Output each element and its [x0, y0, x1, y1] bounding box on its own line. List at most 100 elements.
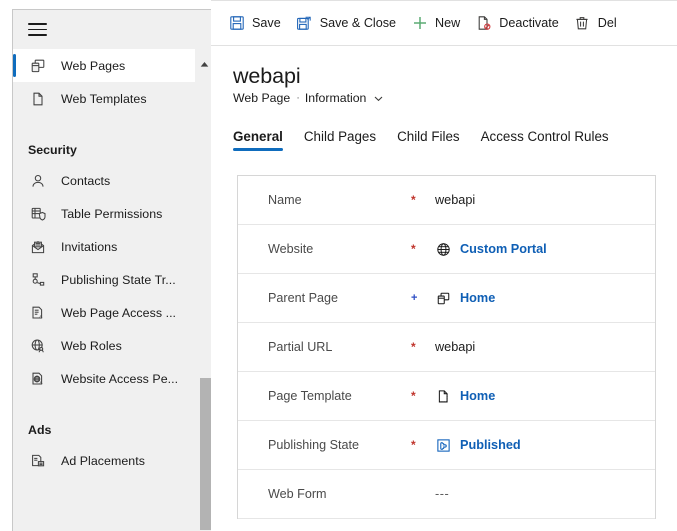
field-label: Page Template	[268, 389, 352, 403]
sidebar-item-ad-placements[interactable]: Ad Placements	[13, 444, 211, 477]
tab-general[interactable]: General	[233, 129, 283, 151]
sitemap-sidebar: Web Pages Web Templates Security Contact…	[12, 9, 211, 531]
sidebar-scrollbar[interactable]	[200, 49, 211, 531]
sidebar-item-web-page-access-control-rules[interactable]: A Web Page Access ...	[13, 296, 211, 329]
deactivate-icon	[475, 15, 492, 32]
tab-label: Child Files	[397, 129, 460, 144]
field-label: Partial URL	[268, 340, 333, 354]
name-field-value[interactable]: webapi	[435, 193, 475, 207]
field-value-text: Published	[460, 438, 521, 452]
new-button[interactable]: New	[405, 7, 469, 39]
hamburger-icon[interactable]	[28, 23, 47, 36]
web-pages-icon	[435, 290, 452, 307]
sidebar-group-label: Security	[28, 143, 77, 157]
optional-indicator: +	[411, 292, 418, 304]
form-row-page-template: Page Template * Home	[238, 372, 655, 421]
entity-name: Web Page	[233, 91, 291, 105]
command-bar: Save Save & Close New Deactivate Del	[211, 0, 677, 46]
sidebar-item-table-permissions[interactable]: Table Permissions	[13, 197, 211, 230]
publishing-state-field-value[interactable]: Published	[435, 437, 521, 454]
required-indicator: *	[411, 438, 416, 452]
svg-text:A: A	[39, 313, 43, 318]
sidebar-header	[13, 10, 211, 49]
plus-icon	[411, 15, 428, 32]
sidebar-item-label: Web Page Access ...	[61, 305, 177, 320]
field-label: Web Form	[268, 487, 327, 501]
ad-placements-icon	[28, 451, 48, 471]
sidebar-item-web-roles[interactable]: Web Roles	[13, 329, 211, 362]
sidebar-item-web-pages[interactable]: Web Pages	[13, 49, 195, 82]
web-templates-icon	[28, 89, 48, 109]
sidebar-item-label: Contacts	[61, 173, 111, 188]
sidebar-group-ads: Ads	[13, 403, 211, 444]
tab-label: Child Pages	[303, 129, 377, 144]
sidebar-item-label: Web Templates	[61, 91, 147, 106]
main-content: Save Save & Close New Deactivate Del web…	[211, 0, 677, 531]
page-template-field-value[interactable]: Home	[435, 388, 495, 405]
chevron-down-icon[interactable]	[373, 93, 384, 104]
parent-page-field-value[interactable]: Home	[435, 290, 495, 307]
app-window: Web Pages Web Templates Security Contact…	[0, 0, 677, 531]
command-label: Del	[597, 16, 617, 30]
save-icon	[228, 15, 245, 32]
sidebar-item-label: Website Access Pe...	[61, 371, 179, 386]
website-field-value[interactable]: Custom Portal	[435, 241, 547, 258]
sidebar-item-contacts[interactable]: Contacts	[13, 164, 211, 197]
field-value-text: Custom Portal	[460, 242, 547, 256]
invitations-icon	[28, 237, 48, 257]
form-selector-label[interactable]: Information	[305, 91, 367, 105]
subtitle-separator: ·	[296, 92, 300, 104]
tab-label: General	[233, 129, 283, 144]
partial-url-field-value[interactable]: webapi	[435, 340, 475, 354]
publishing-state-icon	[435, 437, 452, 454]
sidebar-nav-list: Web Pages Web Templates Security Contact…	[13, 49, 211, 477]
sidebar-item-label: Web Roles	[61, 338, 122, 353]
sidebar-item-label: Invitations	[61, 239, 118, 254]
form-fields-card: Name * webapi Website * Custom Portal Pa…	[237, 175, 656, 519]
field-label: Website	[268, 242, 314, 256]
form-row-name: Name * webapi	[238, 176, 655, 225]
sidebar-item-publishing-state-transitions[interactable]: Publishing State Tr...	[13, 263, 211, 296]
required-indicator: *	[411, 340, 416, 354]
web-page-access-icon: A	[28, 303, 48, 323]
form-row-partial-url: Partial URL * webapi	[238, 323, 655, 372]
delete-button[interactable]: Del	[568, 7, 626, 39]
form-row-web-form: Web Form ---	[238, 470, 655, 519]
sidebar-group-label: Ads	[28, 423, 52, 437]
table-permissions-icon	[28, 204, 48, 224]
sidebar-item-label: Table Permissions	[61, 206, 163, 221]
web-roles-icon	[28, 336, 48, 356]
web-form-field-value[interactable]: ---	[435, 487, 449, 501]
save-and-close-button[interactable]: Save & Close	[290, 7, 405, 39]
tab-label: Access Control Rules	[480, 129, 609, 144]
field-value-text: Home	[460, 291, 496, 305]
page-title: webapi	[233, 64, 301, 88]
save-button[interactable]: Save	[222, 7, 290, 39]
command-label: Save	[252, 16, 281, 30]
tab-child-pages[interactable]: Child Pages	[304, 129, 376, 151]
sidebar-scrollbar-thumb[interactable]	[200, 378, 211, 530]
form-row-parent-page: Parent Page + Home	[238, 274, 655, 323]
contact-icon	[28, 171, 48, 191]
deactivate-button[interactable]: Deactivate	[469, 7, 568, 39]
sidebar-item-invitations[interactable]: Invitations	[13, 230, 211, 263]
command-label: Save & Close	[319, 16, 397, 30]
command-label: Deactivate	[499, 16, 559, 30]
field-label: Name	[268, 193, 302, 207]
form-row-website: Website * Custom Portal	[238, 225, 655, 274]
record-header: webapi Web Page · Information	[211, 46, 677, 105]
sidebar-item-web-templates[interactable]: Web Templates	[13, 82, 211, 115]
form-row-publishing-state: Publishing State * Published	[238, 421, 655, 470]
required-indicator: *	[411, 193, 416, 207]
delete-trash-icon	[574, 15, 591, 32]
web-pages-icon	[28, 56, 48, 76]
tab-child-files[interactable]: Child Files	[397, 129, 460, 151]
tab-access-control-rules[interactable]: Access Control Rules	[481, 129, 609, 151]
field-value-text: Home	[460, 389, 496, 403]
form-tabs: General Child Pages Child Files Access C…	[211, 120, 677, 151]
required-indicator: *	[411, 389, 416, 403]
command-label: New	[435, 16, 461, 30]
sidebar-item-website-access-permissions[interactable]: A Website Access Pe...	[13, 362, 211, 395]
sidebar-item-label: Web Pages	[61, 58, 126, 73]
